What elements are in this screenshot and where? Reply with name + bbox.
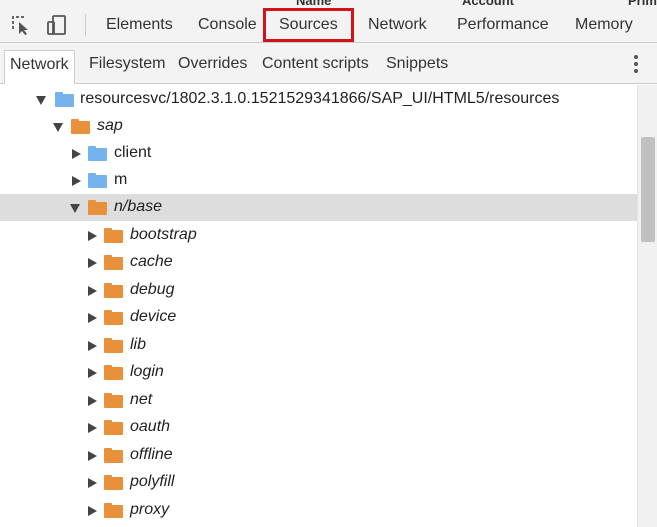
scrollbar-thumb[interactable] (641, 137, 655, 242)
expanded-arrow-icon[interactable] (36, 96, 46, 105)
collapsed-arrow-icon[interactable] (88, 368, 97, 378)
tree-item-root[interactable]: resourcesvc/1802.3.1.0.1521529341866/SAP… (0, 86, 637, 113)
tab-console[interactable]: Console (198, 8, 257, 43)
tree-item-label: offline (130, 446, 173, 463)
tree-item-debug[interactable]: debug (0, 277, 637, 304)
tree-item-label: client (114, 144, 152, 161)
navigator-tab-filesystem[interactable]: Filesystem (84, 50, 170, 83)
tree-item-label: sap (97, 117, 123, 134)
collapsed-arrow-icon[interactable] (88, 506, 97, 516)
folder-icon (104, 228, 123, 243)
tree-item-label: bootstrap (130, 226, 197, 243)
tree-item-client[interactable]: client (0, 140, 637, 167)
folder-icon (88, 200, 107, 215)
tree-item-polyfill[interactable]: polyfill (0, 469, 637, 496)
devtools-main-toolbar: Elements Console Sources Network Perform… (0, 8, 657, 43)
folder-icon (104, 310, 123, 325)
folder-icon (104, 393, 123, 408)
tree-item-label: m (114, 171, 128, 188)
collapsed-arrow-icon[interactable] (88, 478, 97, 488)
background-page-header: Name Account Prim (0, 0, 657, 8)
collapsed-arrow-icon[interactable] (88, 231, 97, 241)
expanded-arrow-icon[interactable] (70, 204, 80, 213)
tree-item-net[interactable]: net (0, 387, 637, 414)
tree-item-label: net (130, 391, 153, 408)
tree-item-device[interactable]: device (0, 304, 637, 331)
tree-item-sap[interactable]: sap (0, 113, 637, 140)
folder-icon (104, 420, 123, 435)
tree-item-m[interactable]: m (0, 167, 637, 194)
tab-sources[interactable]: Sources (263, 8, 354, 42)
collapsed-arrow-icon[interactable] (88, 313, 97, 323)
file-tree: resourcesvc/1802.3.1.0.1521529341866/SAP… (0, 85, 637, 527)
collapsed-arrow-icon[interactable] (88, 258, 97, 268)
sources-navigator-tabs: Network Filesystem Overrides Content scr… (0, 43, 657, 84)
tree-item-login[interactable]: login (0, 359, 637, 386)
collapsed-arrow-icon[interactable] (72, 176, 81, 186)
folder-icon (71, 119, 90, 134)
tree-scrollbar[interactable] (637, 85, 657, 527)
column-header-account: Account (462, 0, 514, 8)
tree-item-label: resourcesvc/1802.3.1.0.1521529341866/SAP… (80, 90, 560, 107)
folder-icon (104, 338, 123, 353)
tree-item-n-base[interactable]: n/base (0, 194, 637, 221)
expanded-arrow-icon[interactable] (53, 123, 63, 132)
navigator-tab-overrides[interactable]: Overrides (173, 50, 252, 83)
tree-item-offline[interactable]: offline (0, 442, 637, 469)
navigator-tab-network[interactable]: Network (4, 50, 75, 84)
tree-item-label: polyfill (130, 473, 175, 490)
folder-icon (104, 255, 123, 270)
folder-icon (104, 448, 123, 463)
folder-icon (104, 503, 123, 518)
inspect-element-icon[interactable] (8, 12, 34, 38)
tree-item-oauth[interactable]: oauth (0, 414, 637, 441)
folder-icon (88, 146, 107, 161)
column-header-name: Name (296, 0, 332, 8)
device-toolbar-icon[interactable] (44, 12, 70, 38)
tab-network[interactable]: Network (368, 8, 427, 43)
tree-item-label: device (130, 308, 177, 325)
tree-item-lib[interactable]: lib (0, 332, 637, 359)
tab-performance[interactable]: Performance (457, 8, 549, 43)
collapsed-arrow-icon[interactable] (88, 341, 97, 351)
toolbar-divider (85, 14, 86, 36)
tree-item-label: login (130, 363, 164, 380)
tab-memory[interactable]: Memory (575, 8, 633, 43)
tree-item-label: oauth (130, 418, 171, 435)
folder-icon (88, 173, 107, 188)
tab-elements[interactable]: Elements (106, 8, 173, 43)
collapsed-arrow-icon[interactable] (72, 149, 81, 159)
collapsed-arrow-icon[interactable] (88, 451, 97, 461)
navigator-tab-content-scripts[interactable]: Content scripts (257, 50, 374, 83)
collapsed-arrow-icon[interactable] (88, 396, 97, 406)
tree-item-cache[interactable]: cache (0, 249, 637, 276)
tree-item-label: n/base (114, 198, 163, 215)
more-vertical-icon[interactable] (629, 53, 643, 75)
folder-icon (104, 475, 123, 490)
folder-icon (104, 365, 123, 380)
tree-item-label: proxy (130, 501, 170, 518)
tree-item-label: debug (130, 281, 175, 298)
folder-icon (55, 92, 74, 107)
collapsed-arrow-icon[interactable] (88, 286, 97, 296)
navigator-tab-snippets[interactable]: Snippets (381, 50, 453, 83)
tree-item-label: cache (130, 253, 173, 270)
collapsed-arrow-icon[interactable] (88, 423, 97, 433)
tree-item-bootstrap[interactable]: bootstrap (0, 222, 637, 249)
tree-item-proxy[interactable]: proxy (0, 497, 637, 524)
column-header-prim: Prim (628, 0, 657, 8)
tree-item-label: lib (130, 336, 147, 353)
folder-icon (104, 283, 123, 298)
